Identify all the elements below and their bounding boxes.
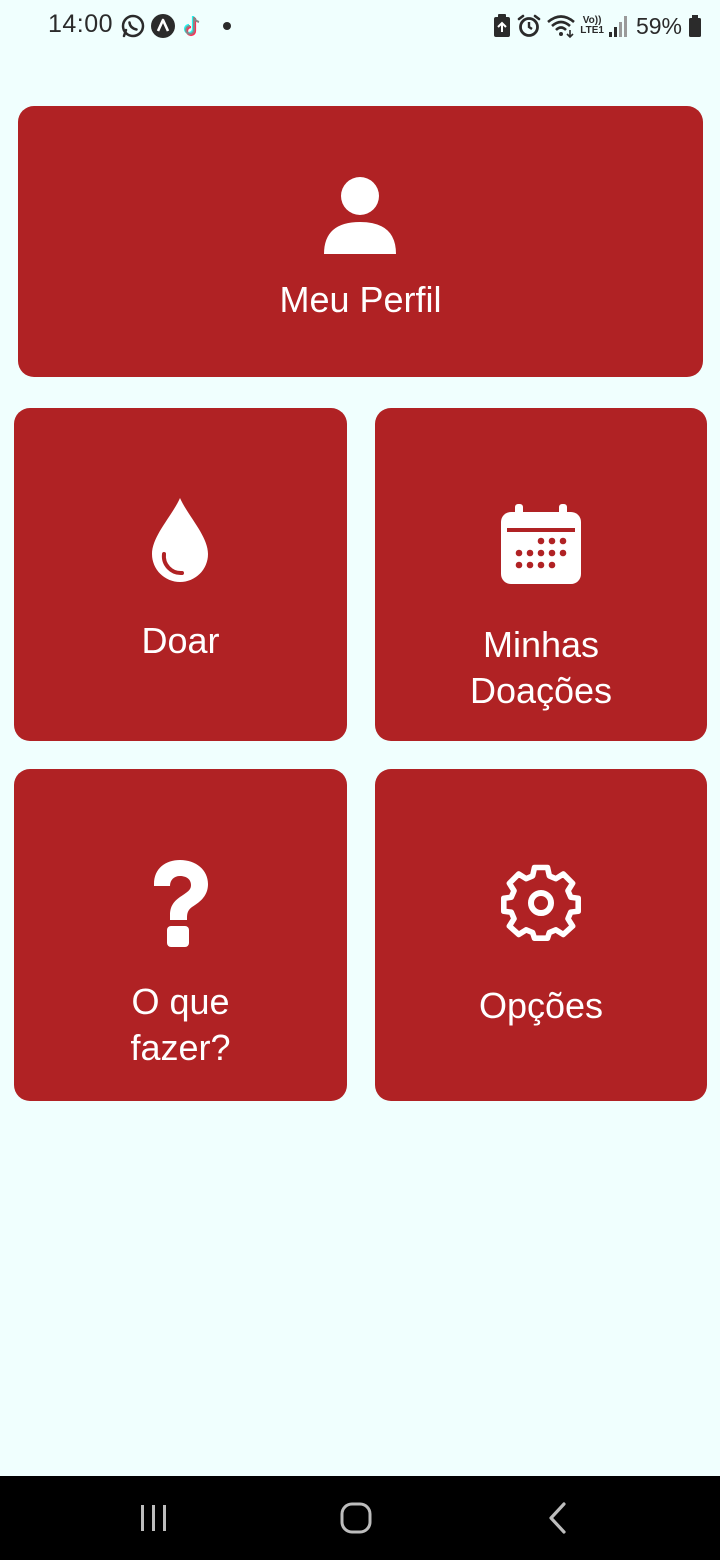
status-bar: 14:00 Vo)) LTE1 59%: [0, 0, 720, 56]
donate-label: Doar: [141, 620, 220, 661]
signal-icon: [608, 14, 628, 38]
question-mark-icon: [142, 857, 218, 949]
navigation-bar: [0, 1476, 720, 1560]
calendar-icon: [499, 502, 583, 586]
home-icon: [340, 1502, 372, 1534]
notification-dot-icon: [222, 21, 232, 31]
blood-drop-icon: [146, 494, 214, 588]
what-to-do-button[interactable]: O que fazer?: [14, 769, 347, 1101]
recent-apps-button[interactable]: [124, 1494, 184, 1542]
profile-label: Meu Perfil: [279, 279, 442, 320]
person-icon: [318, 174, 402, 258]
alarm-icon: [516, 13, 542, 39]
status-left-icons: [120, 12, 232, 40]
options-label: Opções: [478, 985, 604, 1026]
options-button[interactable]: Opções: [375, 769, 707, 1101]
whatsapp-icon: [120, 13, 146, 39]
battery-icon: [688, 14, 702, 38]
recent-apps-icon: [141, 1505, 166, 1531]
back-icon: [549, 1502, 566, 1534]
vpn-icon: [150, 13, 176, 39]
tiktok-icon: [180, 13, 206, 39]
my-donations-button[interactable]: Minhas Doações: [375, 408, 707, 741]
wifi-icon: [546, 13, 576, 39]
donate-button[interactable]: Doar: [14, 408, 347, 741]
battery-saver-icon: [492, 13, 512, 39]
status-time: 14:00: [48, 10, 114, 38]
what-to-do-label: O que fazer?: [130, 981, 231, 1068]
network-label-bottom: LTE1: [580, 25, 604, 36]
home-button[interactable]: [326, 1494, 386, 1542]
volte-icon: Vo)) LTE1: [580, 16, 604, 36]
back-button[interactable]: [528, 1494, 588, 1542]
my-donations-label: Minhas Doações: [469, 624, 613, 711]
battery-percent: 59%: [635, 12, 682, 39]
gear-icon: [497, 859, 585, 947]
status-right-icons: Vo)) LTE1 59%: [492, 12, 702, 40]
profile-button[interactable]: Meu Perfil: [18, 106, 703, 377]
